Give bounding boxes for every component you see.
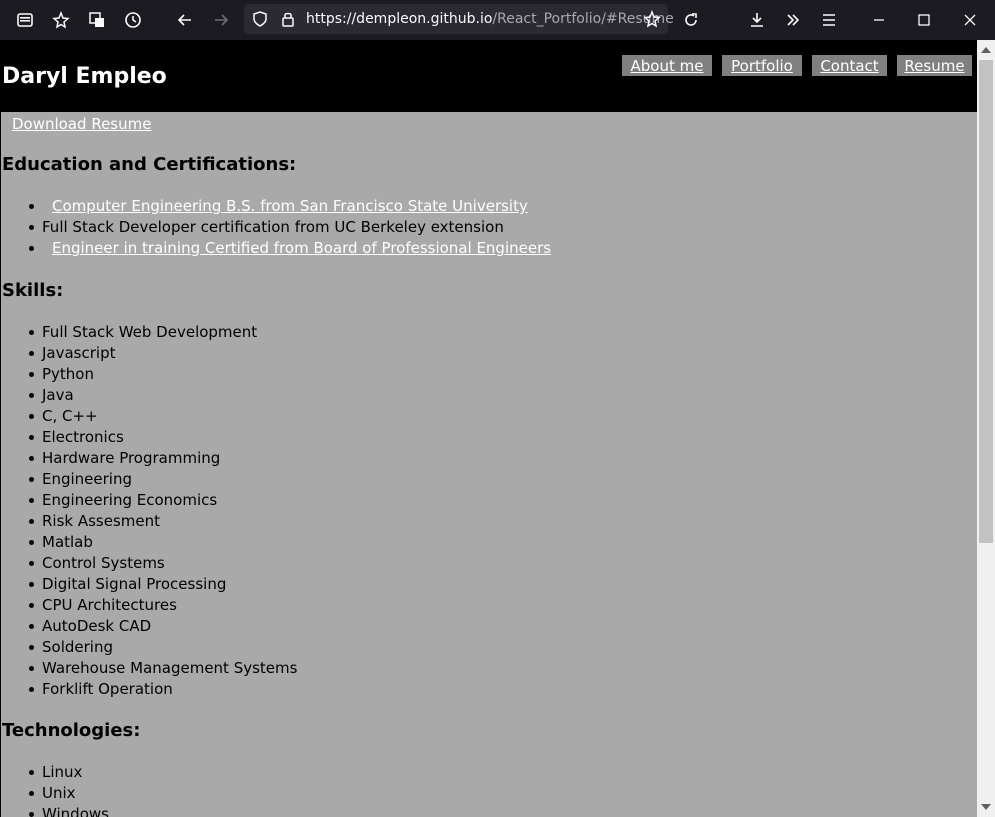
education-link[interactable]: Engineer in training Certified from Boar… [42, 239, 551, 257]
sidebar-icon[interactable] [13, 8, 37, 32]
skills-heading: Skills: [2, 280, 64, 301]
download-icon[interactable] [745, 8, 769, 32]
education-link[interactable]: Computer Engineering B.S. from San Franc… [42, 197, 528, 215]
list-item: Control Systems [2, 553, 297, 574]
lock-icon[interactable] [276, 7, 300, 31]
browser-toolbar: https://dempleon.github.io/React_Portfol… [0, 0, 995, 40]
shield-icon[interactable] [248, 7, 272, 31]
history-icon[interactable] [121, 8, 145, 32]
site-header: Daryl Empleo About me Portfolio Contact … [1, 40, 977, 112]
list-item: Engineer in training Certified from Boar… [2, 238, 551, 259]
list-item: Digital Signal Processing [2, 574, 297, 595]
list-item: Engineering Economics [2, 490, 297, 511]
site-title: Daryl Empleo [2, 64, 167, 89]
list-item: Forklift Operation [2, 679, 297, 700]
list-item: Matlab [2, 532, 297, 553]
scroll-down-icon[interactable] [981, 804, 991, 810]
list-item: Unix [2, 783, 109, 804]
technologies-heading: Technologies: [2, 720, 141, 741]
list-item: C, C++ [2, 406, 297, 427]
overflow-icon[interactable] [781, 8, 805, 32]
minimize-icon[interactable] [867, 8, 891, 32]
nav-contact[interactable]: Contact [812, 55, 887, 76]
nav-about-me[interactable]: About me [622, 55, 712, 76]
page-viewport: Daryl Empleo About me Portfolio Contact … [0, 40, 977, 817]
scroll-up-icon[interactable] [981, 47, 991, 53]
list-item: Hardware Programming [2, 448, 297, 469]
education-heading: Education and Certifications: [2, 154, 297, 175]
star-icon[interactable] [640, 7, 664, 31]
pocket-icon[interactable] [49, 8, 73, 32]
nav-resume[interactable]: Resume [897, 55, 972, 76]
education-list: Computer Engineering B.S. from San Franc… [2, 196, 551, 259]
forward-icon[interactable] [209, 8, 233, 32]
page-scrollbar[interactable] [977, 40, 995, 817]
maximize-icon[interactable] [912, 8, 936, 32]
url-text[interactable]: https://dempleon.github.io/React_Portfol… [306, 11, 674, 27]
screenshot-icon[interactable] [85, 8, 109, 32]
list-item: Full Stack Developer certification from … [2, 217, 551, 238]
list-item: Computer Engineering B.S. from San Franc… [2, 196, 551, 217]
list-item: Linux [2, 762, 109, 783]
technologies-list: Linux Unix Windows [2, 762, 109, 817]
skills-list: Full Stack Web Development Javascript Py… [2, 322, 297, 700]
list-item: Soldering [2, 637, 297, 658]
list-item: Engineering [2, 469, 297, 490]
scrollbar-thumb[interactable] [979, 60, 993, 543]
list-item: Risk Assesment [2, 511, 297, 532]
list-item: Electronics [2, 427, 297, 448]
list-item: Javascript [2, 343, 297, 364]
close-icon[interactable] [958, 8, 982, 32]
menu-icon[interactable] [817, 8, 841, 32]
list-item: Windows [2, 804, 109, 817]
list-item: CPU Architectures [2, 595, 297, 616]
nav-portfolio[interactable]: Portfolio [722, 55, 802, 76]
back-icon[interactable] [173, 8, 197, 32]
url-bar[interactable]: https://dempleon.github.io/React_Portfol… [244, 4, 674, 34]
list-item: Warehouse Management Systems [2, 658, 297, 679]
download-resume-link[interactable]: Download Resume [12, 115, 151, 133]
reload-icon[interactable] [679, 8, 703, 32]
list-item: AutoDesk CAD [2, 616, 297, 637]
list-item: Python [2, 364, 297, 385]
list-item: Java [2, 385, 297, 406]
list-item: Full Stack Web Development [2, 322, 297, 343]
